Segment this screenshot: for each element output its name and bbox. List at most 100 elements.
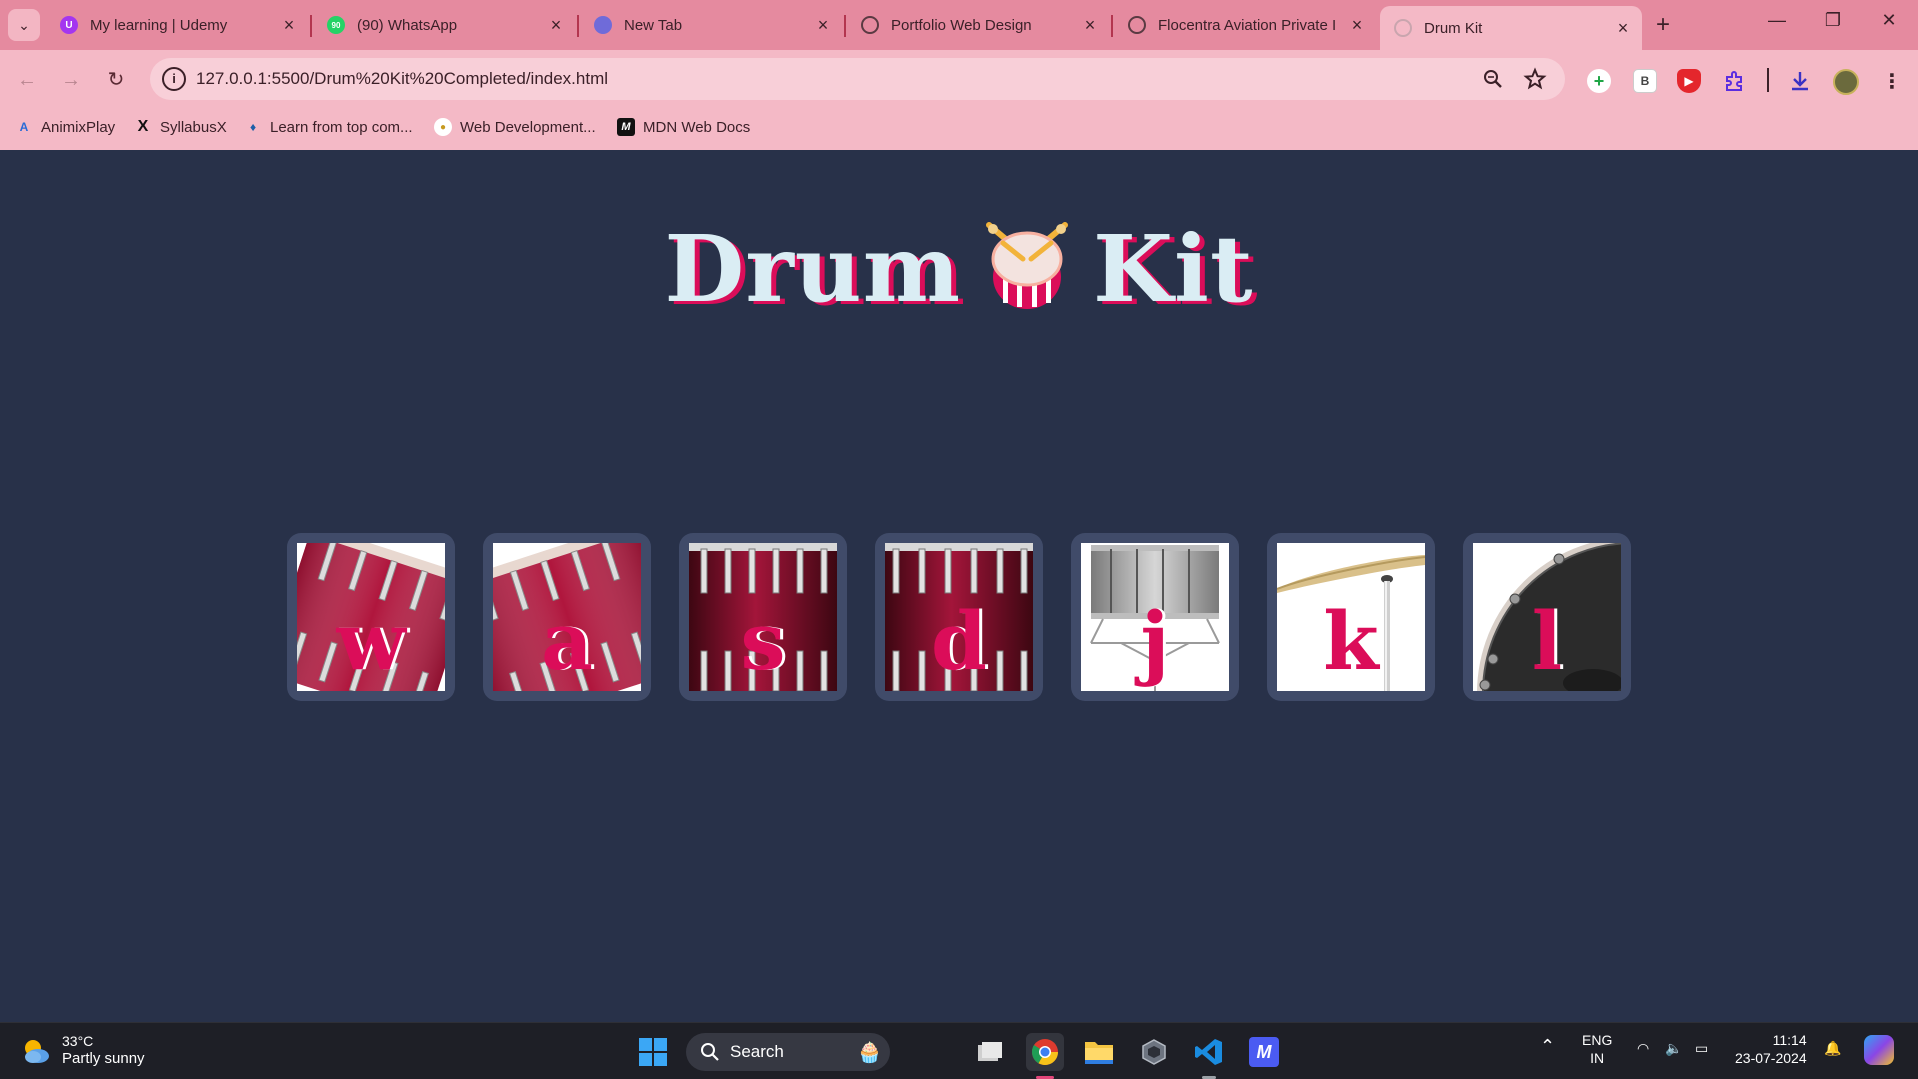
task-view-button[interactable]: [971, 1033, 1009, 1071]
extension-add-icon[interactable]: +: [1587, 69, 1611, 93]
tab-drum-kit[interactable]: Drum Kit ×: [1380, 6, 1642, 50]
extension-shield-icon[interactable]: ▶: [1677, 69, 1701, 93]
title-word-drum: Drum: [664, 215, 962, 323]
bookmark-label: MDN Web Docs: [643, 118, 751, 136]
windows-icon: [639, 1038, 667, 1066]
volume-icon[interactable]: 🔈: [1665, 1039, 1682, 1057]
bookmark-animixplay[interactable]: A AnimixPlay: [15, 118, 116, 136]
tray-overflow-icon[interactable]: ⌃: [1540, 1037, 1555, 1055]
close-icon[interactable]: ×: [814, 15, 832, 36]
crash-image: k: [1277, 543, 1425, 691]
tab-title: (90) WhatsApp: [357, 16, 458, 34]
cupcake-icon: 🧁: [857, 1041, 882, 1064]
bookmark-webdev[interactable]: ● Web Development...: [434, 118, 596, 136]
tab-title: Drum Kit: [1424, 19, 1483, 37]
minimize-button[interactable]: —: [1762, 10, 1792, 31]
taskbar-app-m[interactable]: M: [1245, 1033, 1283, 1071]
drum-pad-w[interactable]: w: [287, 533, 455, 701]
tab-new-tab[interactable]: New Tab ×: [580, 8, 842, 42]
search-icon: [701, 1043, 719, 1061]
close-icon[interactable]: ×: [1614, 18, 1632, 39]
restore-button[interactable]: ❐: [1818, 10, 1848, 31]
bookmark-mdn[interactable]: M MDN Web Docs: [617, 118, 750, 136]
battery-icon[interactable]: ▭: [1695, 1039, 1708, 1057]
download-icon[interactable]: [1788, 69, 1812, 93]
tab-divider: [310, 15, 312, 37]
cube-app-icon: [1142, 1039, 1166, 1065]
drum-pad-l[interactable]: l: [1463, 533, 1631, 701]
pad-key-label: k: [1323, 594, 1379, 688]
reload-icon: ↻: [107, 69, 125, 91]
taskbar-search[interactable]: Search 🧁: [686, 1033, 890, 1071]
drum-pad-a[interactable]: a: [483, 533, 651, 701]
tab-divider: [844, 15, 846, 37]
taskbar-file-explorer[interactable]: [1080, 1033, 1118, 1071]
whatsapp-icon: 90: [327, 16, 345, 34]
extensions-puzzle-icon[interactable]: [1723, 69, 1747, 93]
taskbar-app-cube[interactable]: [1135, 1033, 1173, 1071]
close-icon[interactable]: ×: [547, 15, 565, 36]
bookmark-learn[interactable]: ♦ Learn from top com...: [244, 118, 413, 136]
plus-icon: +: [1655, 11, 1670, 38]
url-text[interactable]: 127.0.0.1:5500/Drum%20Kit%20Completed/in…: [196, 69, 608, 89]
tab-title: New Tab: [624, 16, 683, 34]
reload-button[interactable]: ↻: [102, 66, 130, 94]
start-button[interactable]: [634, 1033, 672, 1071]
clock[interactable]: 11:14 23-07-2024: [1735, 1031, 1807, 1067]
tab-title: Portfolio Web Design: [891, 16, 1032, 34]
title-word-kit: Kit: [1093, 215, 1254, 323]
tab-flocentra[interactable]: Flocentra Aviation Private I ×: [1114, 8, 1376, 42]
taskbar-vscode[interactable]: [1190, 1033, 1228, 1071]
taskbar-chrome[interactable]: [1026, 1033, 1064, 1071]
drum-pad-k[interactable]: k: [1267, 533, 1435, 701]
forward-button[interactable]: →: [57, 66, 85, 94]
drum-pad-j[interactable]: j: [1071, 533, 1239, 701]
site-info-icon[interactable]: i: [162, 67, 186, 91]
address-bar[interactable]: i 127.0.0.1:5500/Drum%20Kit%20Completed/…: [150, 58, 1565, 100]
weather-widget[interactable]: 33°C Partly sunny: [20, 1033, 145, 1068]
wifi-icon[interactable]: ◠: [1637, 1039, 1649, 1057]
close-icon[interactable]: ×: [1081, 15, 1099, 36]
extension-b-icon[interactable]: B: [1633, 69, 1657, 93]
toolbar-divider: [1767, 68, 1769, 92]
profile-avatar[interactable]: [1833, 69, 1859, 95]
back-button[interactable]: ←: [13, 66, 41, 94]
m-app-icon: M: [1249, 1037, 1279, 1067]
bookmark-syllabusx[interactable]: X SyllabusX: [134, 118, 227, 136]
webdev-icon: ●: [434, 118, 452, 136]
chrome-icon: [1031, 1039, 1059, 1066]
drum-pad-s[interactable]: s: [679, 533, 847, 701]
kick-image: l: [1473, 543, 1621, 691]
snare-image: j: [1081, 543, 1229, 691]
toolbar: ← → ↻ i 127.0.0.1:5500/Drum%20Kit%20Comp…: [0, 50, 1918, 108]
tom-4-image: d: [885, 543, 1033, 691]
close-icon[interactable]: ×: [1348, 15, 1366, 36]
zoom-icon[interactable]: [1482, 68, 1504, 90]
learn-icon: ♦: [249, 120, 257, 134]
language-indicator[interactable]: ENG IN: [1582, 1031, 1612, 1067]
copilot-icon[interactable]: [1864, 1035, 1894, 1065]
task-view-icon: [978, 1042, 1002, 1061]
vscode-icon: [1195, 1039, 1222, 1065]
bookmark-star-icon[interactable]: [1523, 67, 1547, 91]
weather-condition: Partly sunny: [62, 1050, 145, 1067]
tab-whatsapp[interactable]: 90 (90) WhatsApp ×: [313, 8, 575, 42]
tab-portfolio[interactable]: Portfolio Web Design ×: [847, 8, 1109, 42]
chrome-icon: [594, 16, 612, 34]
more-menu-icon[interactable]: ⋮: [1880, 69, 1904, 93]
udemy-icon: U: [60, 16, 78, 34]
arrow-left-icon: ←: [17, 69, 37, 91]
close-window-button[interactable]: ✕: [1874, 10, 1904, 31]
clock-time: 11:14: [1772, 1032, 1807, 1048]
notification-bell-icon[interactable]: 🔔: [1824, 1039, 1841, 1057]
tab-search-button[interactable]: ⌄: [8, 9, 40, 41]
close-icon[interactable]: ×: [280, 15, 298, 36]
new-tab-button[interactable]: +: [1648, 10, 1678, 40]
tom-2-image: a: [493, 543, 641, 691]
chevron-down-icon: ⌄: [18, 16, 30, 33]
bookmark-label: SyllabusX: [160, 118, 227, 136]
tom-3-image: s: [689, 543, 837, 691]
globe-icon: [861, 16, 879, 34]
drum-pad-d[interactable]: d: [875, 533, 1043, 701]
tab-udemy[interactable]: U My learning | Udemy ×: [46, 8, 308, 42]
